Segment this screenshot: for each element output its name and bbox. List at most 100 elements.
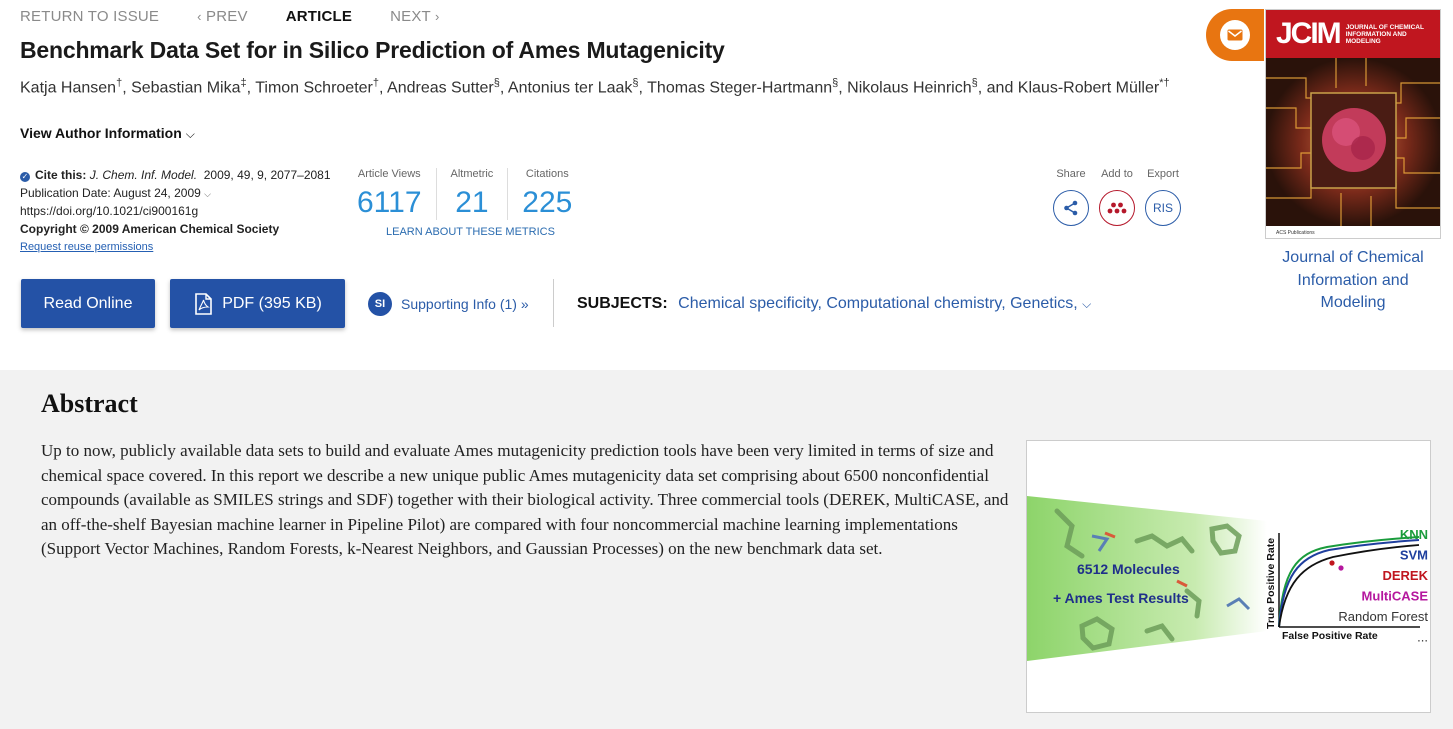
altmetric-metric[interactable]: Altmetric 21 xyxy=(437,168,509,220)
add-to-mendeley-button[interactable] xyxy=(1099,190,1135,226)
journal-cover-image[interactable]: JCIM JOURNAL OF CHEMICAL INFORMATION AND… xyxy=(1265,9,1441,239)
roc-point-multicase xyxy=(1338,565,1344,571)
cite-reference: 2009, 49, 9, 2077–2081 xyxy=(203,168,331,182)
subjects-label: SUBJECTS: xyxy=(577,295,668,312)
author-separator: , xyxy=(246,79,256,97)
supporting-info-link[interactable]: SI Supporting Info (1) » xyxy=(368,292,529,316)
learn-about-metrics-link[interactable]: LEARN ABOUT THESE METRICS xyxy=(386,226,555,238)
export-ris-button[interactable]: RIS xyxy=(1145,190,1181,226)
read-online-button[interactable]: Read Online xyxy=(21,279,155,328)
citation-block: ✓ Cite this: J. Chem. Inf. Model. 2009, 4… xyxy=(20,167,331,257)
author-list: Katja Hansen†, Sebastian Mika‡, Timon Sc… xyxy=(20,77,1170,97)
share-button[interactable] xyxy=(1053,190,1089,226)
mendeley-icon xyxy=(1107,202,1127,214)
article-views-value: 6117 xyxy=(357,186,422,219)
journal-name-small: JOURNAL OF CHEMICAL INFORMATION AND MODE… xyxy=(1345,23,1424,45)
divider xyxy=(553,279,554,327)
toc-legend-item: SVM xyxy=(1400,548,1428,563)
share-label: Share xyxy=(1056,168,1086,180)
subjects-list[interactable]: Chemical specificity, Computational chem… xyxy=(678,295,1078,312)
author-separator: , xyxy=(838,79,848,97)
article-actions: Share Add to Export RIS xyxy=(1053,168,1181,226)
citations-label: Citations xyxy=(525,168,569,180)
pdf-button-label: PDF (395 KB) xyxy=(222,294,322,312)
toc-legend-item: Random Forest xyxy=(1338,609,1428,624)
share-icon xyxy=(1064,200,1078,216)
author-separator: , and xyxy=(977,79,1018,97)
prev-label: PREV xyxy=(206,8,248,25)
chevron-left-icon: ‹ xyxy=(197,9,202,24)
article-tab[interactable]: ARTICLE xyxy=(286,8,352,25)
publication-date-label: Publication Date: August 24, 2009 xyxy=(20,185,201,200)
publication-date[interactable]: Publication Date: August 24, 2009 ⌵ xyxy=(20,185,331,204)
doi-link[interactable]: https://doi.org/10.1021/ci900161g xyxy=(20,203,331,221)
author-name[interactable]: Thomas Steger-Hartmann xyxy=(647,79,832,96)
citations-metric[interactable]: Citations 225 xyxy=(508,168,586,220)
author-affiliation-mark: *† xyxy=(1159,77,1170,89)
next-link[interactable]: NEXT › xyxy=(390,8,439,25)
next-label: NEXT xyxy=(390,8,431,25)
add-to-action: Add to xyxy=(1099,168,1135,226)
author-name[interactable]: Klaus-Robert Müller xyxy=(1018,79,1159,96)
view-author-information-toggle[interactable]: View Author Information ⌵ xyxy=(20,125,195,142)
author-name[interactable]: Katja Hansen xyxy=(20,79,116,96)
author-separator: , xyxy=(122,79,132,97)
toc-legend-item: KNN xyxy=(1400,527,1428,542)
author-separator: , xyxy=(499,79,508,97)
chevron-down-icon[interactable]: ⌵ xyxy=(1082,297,1091,311)
citations-value: 225 xyxy=(522,186,573,219)
cite-label: Cite this: xyxy=(35,168,87,182)
author-separator: , xyxy=(638,79,648,97)
roc-point-derek xyxy=(1329,560,1335,566)
altmetric-label: Altmetric xyxy=(450,168,494,180)
export-label: Export xyxy=(1147,168,1179,180)
chevron-right-icon: › xyxy=(435,9,440,24)
cover-header: JCIM JOURNAL OF CHEMICAL INFORMATION AND… xyxy=(1266,10,1440,58)
article-metrics: Article Views 6117 Altmetric 21 Citation… xyxy=(343,168,586,220)
article-title: Benchmark Data Set for in Silico Predict… xyxy=(20,37,725,63)
toc-x-axis-label: False Positive Rate xyxy=(1282,630,1378,642)
author-separator: , xyxy=(379,79,388,97)
toc-y-axis-label: True Positive Rate xyxy=(1265,538,1277,629)
article-views-metric: Article Views 6117 xyxy=(343,168,437,220)
toc-molecules-label: 6512 Molecules xyxy=(1077,561,1180,577)
chevron-down-icon: ⌵ xyxy=(204,188,211,199)
check-circle-icon: ✓ xyxy=(20,172,30,182)
author-name[interactable]: Antonius ter Laak xyxy=(508,79,633,96)
author-name[interactable]: Nikolaus Heinrich xyxy=(847,79,972,96)
return-to-issue-link[interactable]: RETURN TO ISSUE xyxy=(20,8,159,25)
toc-legend-item: MultiCASE xyxy=(1362,589,1429,604)
article-views-label: Article Views xyxy=(357,168,421,180)
add-to-label: Add to xyxy=(1101,168,1133,180)
altmetric-value: 21 xyxy=(455,186,489,219)
toc-graphic[interactable]: 6512 Molecules + Ames Test Results True … xyxy=(1026,440,1431,713)
journal-name-link[interactable]: Journal of Chemical Information and Mode… xyxy=(1265,247,1441,315)
pdf-download-button[interactable]: PDF (395 KB) xyxy=(170,279,345,328)
cover-footer: ACS Publications xyxy=(1266,226,1440,238)
author-name[interactable]: Timon Schroeter xyxy=(255,79,373,96)
pdf-file-icon xyxy=(195,292,213,315)
request-reuse-permissions-link[interactable]: Request reuse permissions xyxy=(20,241,153,253)
chevron-down-icon: ⌵ xyxy=(185,127,195,141)
top-nav: RETURN TO ISSUE ‹ PREV ARTICLE NEXT › xyxy=(20,8,440,25)
cite-journal: J. Chem. Inf. Model. xyxy=(89,168,198,182)
export-action: Export RIS xyxy=(1145,168,1181,226)
cover-artwork xyxy=(1266,58,1440,226)
email-alerts-button[interactable] xyxy=(1206,9,1264,61)
toc-legend-item: ... xyxy=(1417,630,1428,645)
abstract-text: Up to now, publicly available data sets … xyxy=(41,441,1009,558)
share-action: Share xyxy=(1053,168,1089,226)
abstract-heading: Abstract xyxy=(41,389,138,418)
supporting-info-label: Supporting Info (1) » xyxy=(401,296,529,312)
si-badge-icon: SI xyxy=(368,292,392,316)
prev-link[interactable]: ‹ PREV xyxy=(197,8,248,25)
author-name[interactable]: Andreas Sutter xyxy=(387,79,494,96)
copyright: Copyright © 2009 American Chemical Socie… xyxy=(20,221,280,236)
view-author-label: View Author Information xyxy=(20,125,182,141)
envelope-icon xyxy=(1220,20,1250,50)
toc-ames-label: + Ames Test Results xyxy=(1053,590,1189,606)
author-name[interactable]: Sebastian Mika xyxy=(131,79,240,96)
toc-graphic-svg: 6512 Molecules + Ames Test Results True … xyxy=(1027,496,1429,661)
toc-legend-item: DEREK xyxy=(1382,568,1428,583)
journal-logo: JCIM xyxy=(1276,17,1342,50)
